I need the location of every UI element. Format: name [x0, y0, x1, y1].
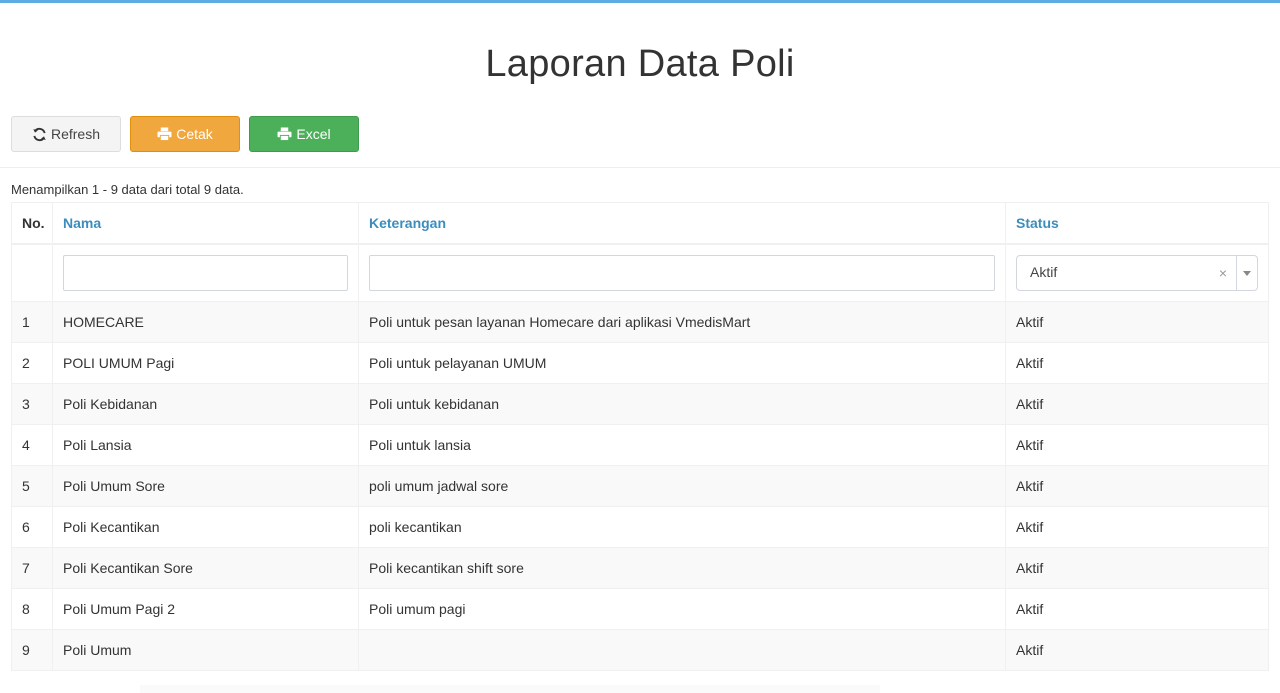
bottom-shadow	[140, 685, 880, 693]
cell-status: Aktif	[1005, 301, 1269, 343]
refresh-button[interactable]: Refresh	[11, 116, 121, 152]
table-row: 6 Poli Kecantikan poli kecantikan Aktif	[11, 506, 1269, 548]
table-row: 1 HOMECARE Poli untuk pesan layanan Home…	[11, 301, 1269, 343]
table-header-row: No. Nama Keterangan Status	[11, 202, 1269, 245]
clear-icon[interactable]: ×	[1210, 265, 1236, 281]
printer-icon	[277, 127, 292, 141]
cell-nama: Poli Kebidanan	[52, 383, 359, 425]
cell-no: 5	[11, 465, 53, 507]
cell-no: 9	[11, 629, 53, 671]
cell-nama: Poli Lansia	[52, 424, 359, 466]
cell-nama: Poli Kecantikan	[52, 506, 359, 548]
table-row: 9 Poli Umum Aktif	[11, 629, 1269, 671]
cell-nama: Poli Umum Sore	[52, 465, 359, 507]
refresh-icon	[32, 127, 47, 142]
cell-nama: POLI UMUM Pagi	[52, 342, 359, 384]
toolbar: Refresh Cetak Excel	[11, 116, 359, 152]
filter-status-cell: Aktif ×	[1005, 243, 1269, 302]
cell-no: 2	[11, 342, 53, 384]
cell-keterangan: poli kecantikan	[358, 506, 1006, 548]
refresh-label: Refresh	[50, 126, 101, 142]
cell-status: Aktif	[1005, 629, 1269, 671]
cell-keterangan: Poli untuk lansia	[358, 424, 1006, 466]
cell-status: Aktif	[1005, 588, 1269, 630]
cell-no: 7	[11, 547, 53, 589]
result-summary: Menampilkan 1 - 9 data dari total 9 data…	[11, 182, 244, 197]
cell-status: Aktif	[1005, 547, 1269, 589]
cell-no: 1	[11, 301, 53, 343]
filter-row: Aktif ×	[11, 243, 1269, 302]
cell-status: Aktif	[1005, 465, 1269, 507]
cell-keterangan: Poli untuk pelayanan UMUM	[358, 342, 1006, 384]
report-page: Laporan Data Poli Refresh Cetak Excel Me…	[0, 3, 1280, 693]
print-label: Cetak	[176, 126, 213, 142]
cell-keterangan: Poli kecantikan shift sore	[358, 547, 1006, 589]
header-status-sort-link[interactable]: Status	[1005, 202, 1269, 245]
cell-keterangan	[358, 629, 1006, 671]
header-nama-sort-link[interactable]: Nama	[52, 202, 359, 245]
filter-nama-cell	[52, 243, 359, 302]
divider	[0, 167, 1280, 168]
table-row: 2 POLI UMUM Pagi Poli untuk pelayanan UM…	[11, 342, 1269, 384]
cell-status: Aktif	[1005, 506, 1269, 548]
cell-keterangan: poli umum jadwal sore	[358, 465, 1006, 507]
cell-nama: Poli Umum	[52, 629, 359, 671]
page-title: Laporan Data Poli	[485, 43, 795, 85]
print-button[interactable]: Cetak	[130, 116, 240, 152]
excel-button[interactable]: Excel	[249, 116, 359, 152]
cell-status: Aktif	[1005, 383, 1269, 425]
cell-no: 3	[11, 383, 53, 425]
chevron-down-icon[interactable]	[1237, 270, 1257, 276]
filter-status-select[interactable]: Aktif ×	[1016, 255, 1258, 291]
table-row: 4 Poli Lansia Poli untuk lansia Aktif	[11, 424, 1269, 466]
cell-nama: Poli Kecantikan Sore	[52, 547, 359, 589]
cell-status: Aktif	[1005, 342, 1269, 384]
table-row: 5 Poli Umum Sore poli umum jadwal sore A…	[11, 465, 1269, 507]
table-row: 8 Poli Umum Pagi 2 Poli umum pagi Aktif	[11, 588, 1269, 630]
filter-status-value: Aktif	[1030, 264, 1058, 280]
poli-table: No. Nama Keterangan Status Aktif × 1 HOM…	[11, 202, 1269, 671]
table-row: 7 Poli Kecantikan Sore Poli kecantikan s…	[11, 547, 1269, 589]
cell-nama: HOMECARE	[52, 301, 359, 343]
cell-keterangan: Poli untuk pesan layanan Homecare dari a…	[358, 301, 1006, 343]
cell-nama: Poli Umum Pagi 2	[52, 588, 359, 630]
filter-nama-input[interactable]	[63, 255, 348, 291]
cell-keterangan: Poli untuk kebidanan	[358, 383, 1006, 425]
header-no: No.	[11, 202, 53, 245]
cell-no: 4	[11, 424, 53, 466]
cell-keterangan: Poli umum pagi	[358, 588, 1006, 630]
header-keterangan-sort-link[interactable]: Keterangan	[358, 202, 1006, 245]
cell-no: 6	[11, 506, 53, 548]
table-row: 3 Poli Kebidanan Poli untuk kebidanan Ak…	[11, 383, 1269, 425]
excel-label: Excel	[296, 126, 331, 142]
filter-keterangan-input[interactable]	[369, 255, 995, 291]
cell-no: 8	[11, 588, 53, 630]
printer-icon	[157, 127, 172, 141]
filter-no-cell	[11, 243, 53, 302]
filter-keterangan-cell	[358, 243, 1006, 302]
cell-status: Aktif	[1005, 424, 1269, 466]
